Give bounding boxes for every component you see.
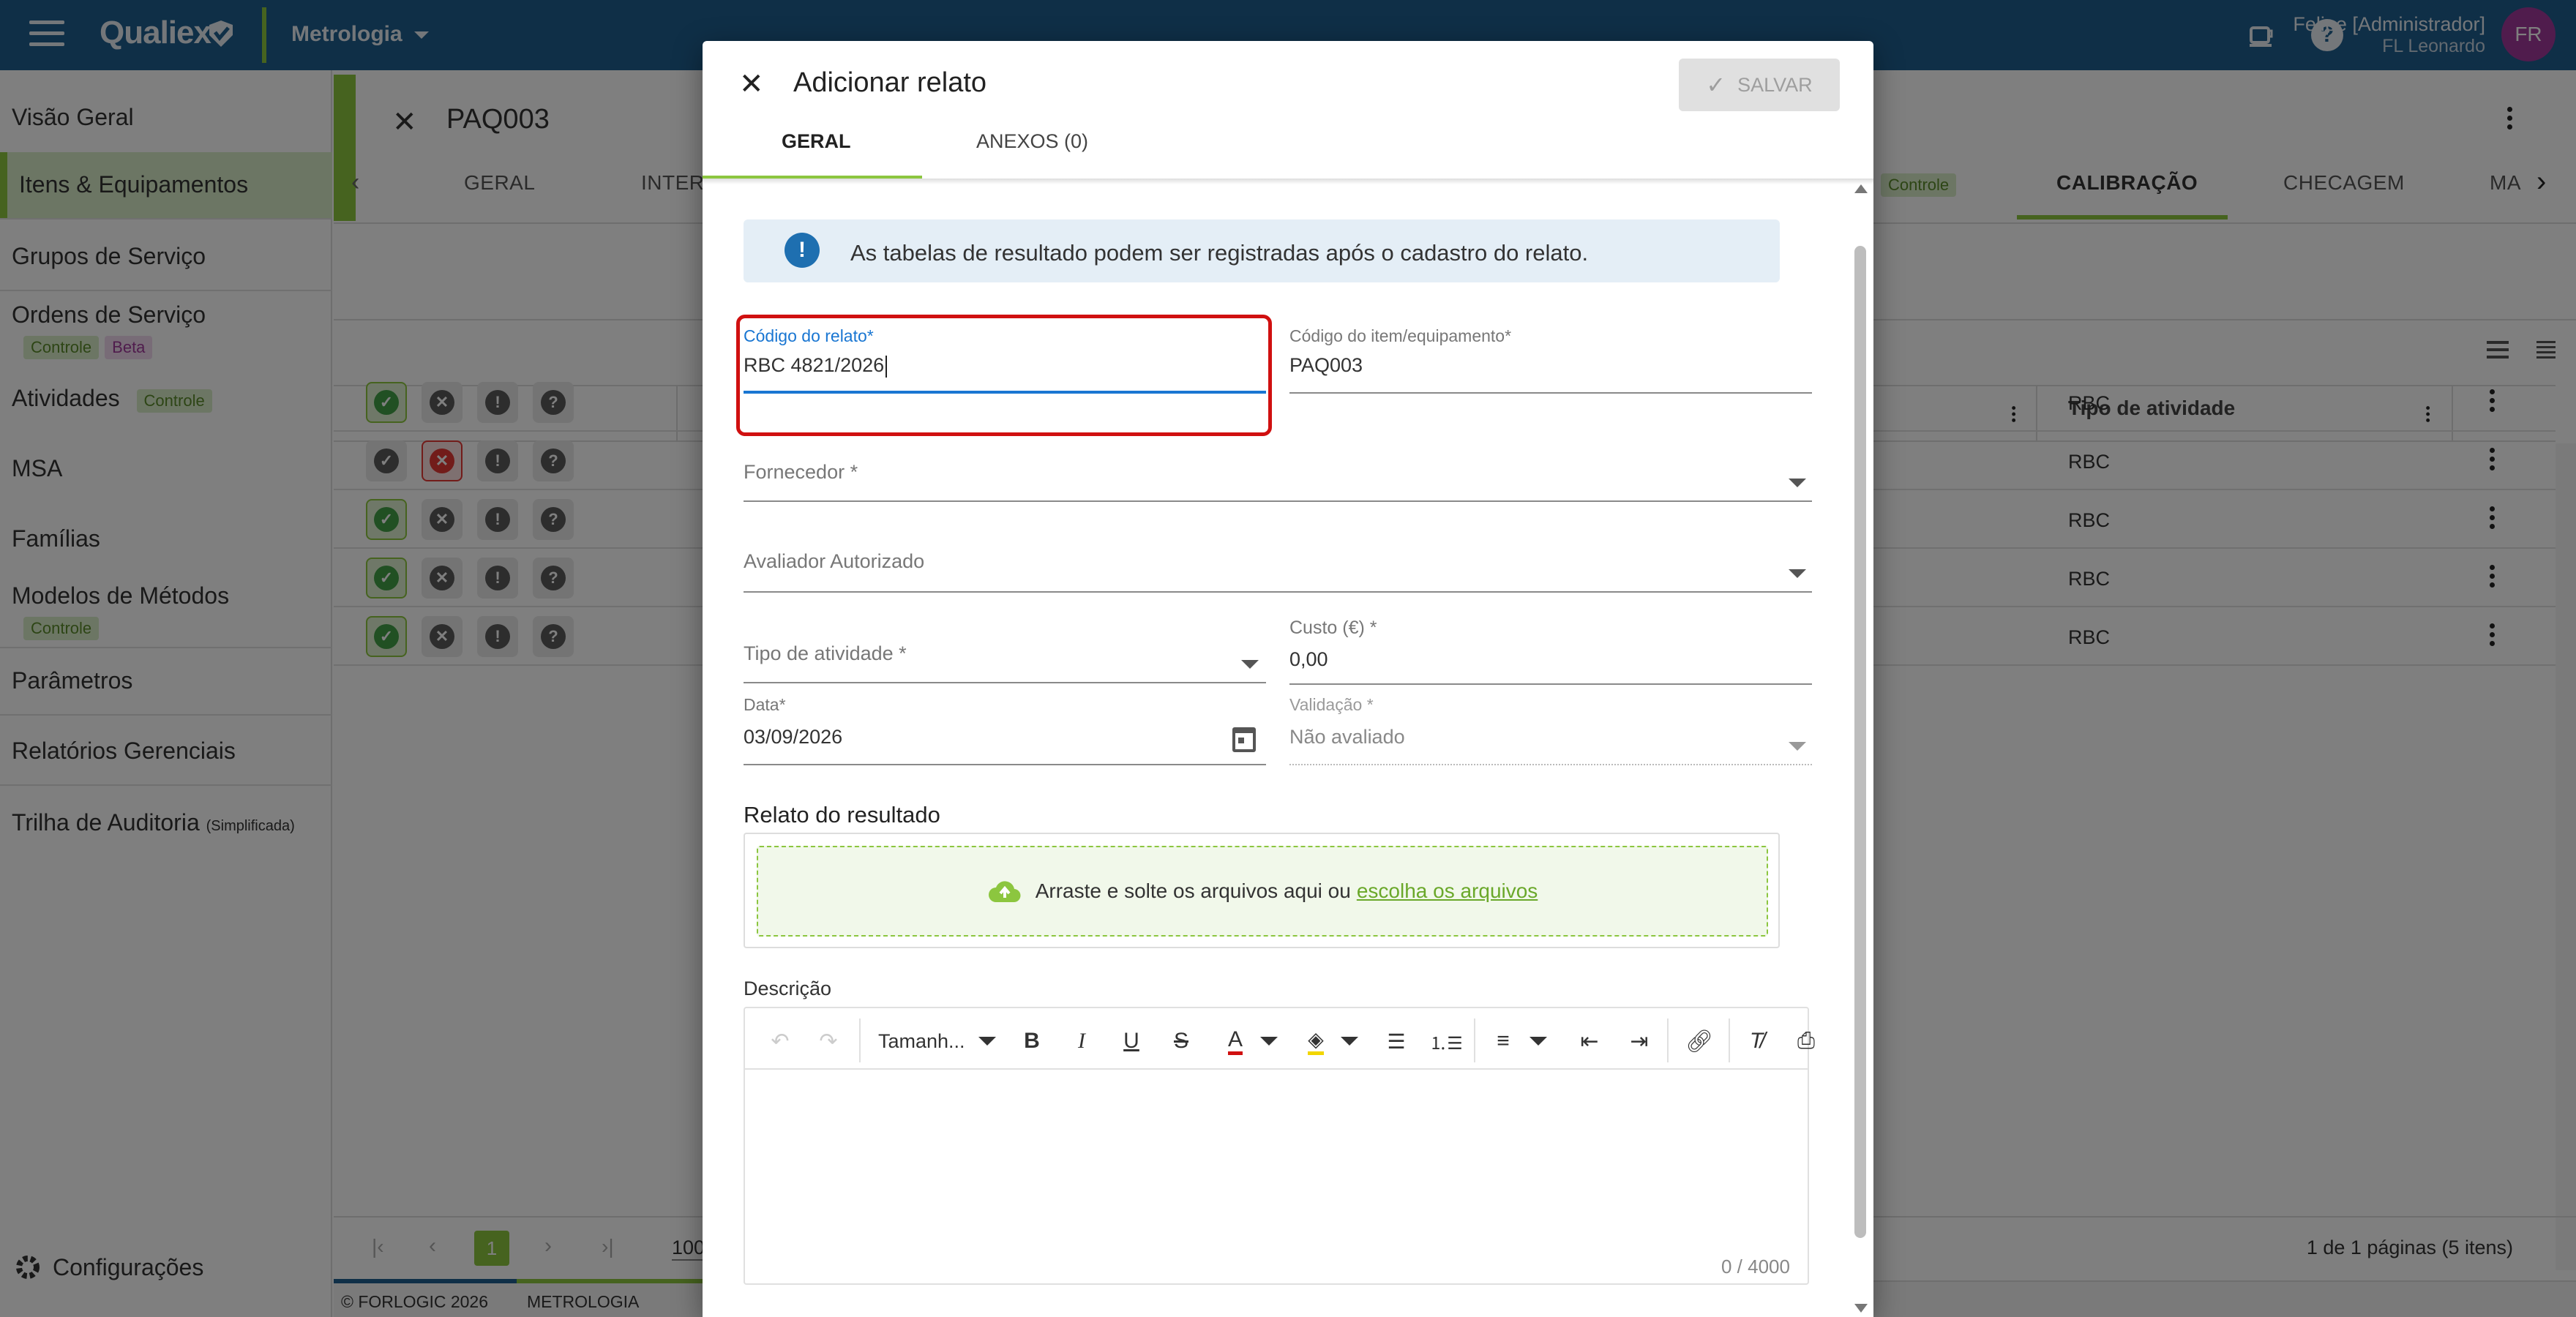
info-icon: !	[785, 233, 820, 268]
data-underline	[744, 764, 1266, 765]
codigo-relato-label: Código do relato*	[744, 326, 874, 345]
dropzone-text: Arraste e solte os arquivos aqui ou	[1035, 879, 1351, 902]
toolbar-separator	[859, 1018, 861, 1062]
dialog-title: Adicionar relato	[793, 67, 987, 98]
data-input[interactable]: 03/09/2026	[744, 726, 842, 748]
file-dropzone[interactable]: Arraste e solte os arquivos aqui ou esco…	[757, 846, 1768, 937]
info-banner: ! As tabelas de resultado podem ser regi…	[744, 220, 1780, 282]
bold-icon[interactable]: B	[1017, 1021, 1046, 1061]
dialog-tab-geral[interactable]: GERAL	[782, 130, 851, 153]
underline-icon[interactable]: U	[1117, 1021, 1146, 1061]
print-icon[interactable]: ⎙	[1790, 1021, 1822, 1061]
info-text: As tabelas de resultado podem ser regist…	[850, 240, 1589, 266]
avaliador-underline	[744, 591, 1812, 593]
italic-icon[interactable]: I	[1067, 1021, 1096, 1061]
chevron-down-icon[interactable]	[1341, 1021, 1358, 1061]
save-button[interactable]: ✓ SALVAR	[1679, 59, 1840, 111]
text-color-icon[interactable]: A	[1219, 1021, 1251, 1061]
char-counter: 0 / 4000	[1721, 1256, 1790, 1277]
descricao-label: Descrição	[744, 978, 832, 999]
redo-icon: ↷	[819, 1029, 838, 1054]
dialog-tab-anexos[interactable]: ANEXOS (0)	[976, 130, 1088, 153]
clear-format-icon[interactable]: T̸	[1740, 1021, 1772, 1061]
editor-toolbar-divider	[745, 1068, 1808, 1070]
bullet-list-icon[interactable]: ☰	[1380, 1021, 1412, 1061]
avaliador-dropdown-icon[interactable]	[1789, 569, 1806, 578]
tipo-atividade-underline	[744, 682, 1266, 683]
dropzone-container: Arraste e solte os arquivos aqui ou esco…	[744, 833, 1780, 948]
codigo-item-underline	[1289, 392, 1812, 394]
custo-underline	[1289, 683, 1812, 685]
add-report-dialog: ✕ Adicionar relato ✓ SALVAR GERAL ANEXOS …	[703, 41, 1873, 1317]
validacao-select: Não avaliado	[1289, 726, 1405, 748]
codigo-relato-input[interactable]: RBC 4821/2026	[744, 354, 1266, 378]
scrollbar-thumb[interactable]	[1854, 246, 1866, 1238]
fornecedor-underline	[744, 500, 1812, 502]
text-cursor	[886, 355, 888, 378]
chevron-down-icon	[978, 1037, 996, 1046]
save-label: SALVAR	[1737, 73, 1813, 96]
toolbar-separator	[1474, 1018, 1475, 1062]
chevron-down-icon[interactable]	[1260, 1021, 1278, 1061]
indent-icon[interactable]: ⇥	[1623, 1021, 1655, 1061]
custo-label: Custo (€) *	[1289, 618, 1377, 638]
tabs-shadow	[703, 179, 1873, 184]
tipo-atividade-dropdown-icon[interactable]	[1241, 660, 1259, 669]
toolbar-separator	[1667, 1018, 1669, 1062]
scroll-down-icon[interactable]	[1854, 1304, 1868, 1313]
codigo-item-input[interactable]: PAQ003	[1289, 354, 1812, 377]
validacao-label: Validação *	[1289, 695, 1374, 714]
check-icon: ✓	[1706, 72, 1726, 98]
outdent-icon[interactable]: ⇤	[1573, 1021, 1606, 1061]
cloud-upload-icon	[987, 879, 1022, 904]
avaliador-select[interactable]: Avaliador Autorizado	[744, 550, 924, 573]
highlight-color-icon[interactable]: ◈	[1300, 1021, 1332, 1061]
dialog-scrollbar[interactable]	[1853, 184, 1868, 1317]
fornecedor-select[interactable]: Fornecedor *	[744, 461, 858, 484]
align-left-icon[interactable]: ≡	[1487, 1021, 1519, 1061]
toolbar-separator	[1729, 1018, 1730, 1062]
tipo-atividade-select[interactable]: Tipo de atividade *	[744, 642, 907, 665]
codigo-item-label: Código do item/equipamento*	[1289, 326, 1512, 345]
custo-input[interactable]: 0,00	[1289, 648, 1328, 671]
font-size-select[interactable]: Tamanh...	[878, 1021, 1013, 1061]
calendar-icon[interactable]	[1232, 727, 1256, 752]
numbered-list-icon[interactable]: ⒈☰	[1429, 1021, 1463, 1061]
validacao-dropdown-icon	[1789, 742, 1806, 751]
font-size-label: Tamanh...	[878, 1029, 965, 1052]
relato-section-title: Relato do resultado	[744, 802, 940, 828]
validacao-underline	[1289, 764, 1812, 765]
close-dialog-icon[interactable]: ✕	[739, 67, 764, 101]
link-icon[interactable]: 🔗︎	[1683, 1021, 1715, 1061]
codigo-relato-underline	[744, 391, 1266, 394]
scroll-up-icon[interactable]	[1854, 184, 1868, 193]
undo-icon: ↶	[771, 1029, 790, 1054]
strikethrough-icon[interactable]: S	[1167, 1021, 1196, 1061]
choose-files-link[interactable]: escolha os arquivos	[1357, 879, 1538, 903]
editor-content-area[interactable]	[745, 1071, 1808, 1283]
data-label: Data*	[744, 695, 786, 714]
chevron-down-icon[interactable]	[1530, 1021, 1547, 1061]
fornecedor-dropdown-icon[interactable]	[1789, 479, 1806, 487]
